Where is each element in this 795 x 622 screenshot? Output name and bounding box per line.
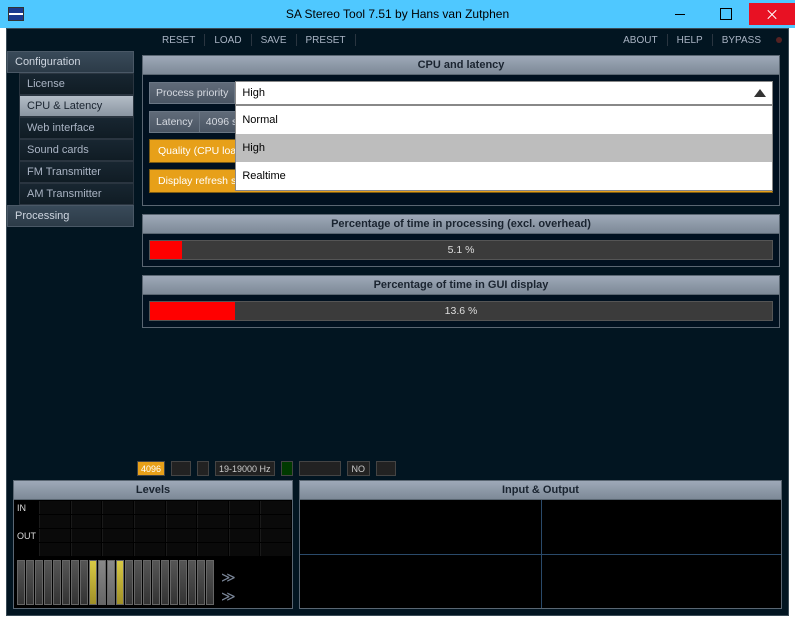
io-title: Input & Output (300, 481, 781, 500)
process-priority-label: Process priority (149, 82, 235, 104)
dropdown-option-high[interactable]: High (236, 134, 772, 162)
status-indicator-3 (299, 461, 341, 476)
sidebar-item-web-interface[interactable]: Web interface (19, 117, 134, 139)
menu-load[interactable]: LOAD (206, 31, 249, 50)
menu-preset[interactable]: PRESET (298, 31, 354, 50)
dropdown-option-normal[interactable]: Normal (236, 106, 772, 134)
sidebar-group-configuration[interactable]: Configuration (7, 51, 134, 73)
levels-panel: Levels IN OUT (13, 480, 293, 609)
maximize-button[interactable] (703, 3, 749, 25)
dropdown-list: Normal High Realtime (235, 105, 773, 191)
levels-in-label: IN (15, 501, 39, 514)
status-indicator-2 (197, 461, 209, 476)
io-scope (300, 500, 781, 608)
close-button[interactable] (749, 3, 795, 25)
menu-about[interactable]: ABOUT (615, 31, 665, 50)
menu-save[interactable]: SAVE (253, 31, 295, 50)
processing-progress-text: 5.1 % (150, 241, 772, 259)
gui-progress-text: 13.6 % (150, 302, 772, 320)
status-latency[interactable]: 4096 (137, 461, 165, 476)
forward-icon-2[interactable]: ≫ (221, 588, 236, 605)
record-indicator-icon (776, 37, 782, 43)
sidebar-item-license[interactable]: License (19, 73, 134, 95)
chevron-up-icon (754, 89, 766, 97)
sidebar-item-fm-transmitter[interactable]: FM Transmitter (19, 161, 134, 183)
menu-reset[interactable]: RESET (154, 31, 203, 50)
sidebar-item-sound-cards[interactable]: Sound cards (19, 139, 134, 161)
dropdown-option-realtime[interactable]: Realtime (236, 162, 772, 190)
sidebar-item-am-transmitter[interactable]: AM Transmitter (19, 183, 134, 205)
status-indicator-1 (171, 461, 191, 476)
processing-time-title: Percentage of time in processing (excl. … (143, 215, 779, 234)
gui-time-panel: Percentage of time in GUI display 13.6 % (142, 275, 780, 328)
dropdown-selected-value: High (242, 87, 265, 99)
processing-progress-bar: 5.1 % (149, 240, 773, 260)
status-frequency: 19-19000 Hz (215, 461, 275, 476)
sidebar: Configuration License CPU & Latency Web … (7, 51, 134, 459)
latency-label: Latency (149, 111, 200, 133)
panel-title: CPU and latency (143, 56, 779, 75)
processing-time-panel: Percentage of time in processing (excl. … (142, 214, 780, 267)
status-no: NO (347, 461, 371, 476)
in-meter (39, 501, 291, 514)
gui-progress-bar: 13.6 % (149, 301, 773, 321)
forward-icon[interactable]: ≫ (221, 569, 236, 586)
minimize-button[interactable] (657, 3, 703, 25)
gui-time-title: Percentage of time in GUI display (143, 276, 779, 295)
app-icon (8, 7, 24, 21)
level-faders[interactable]: ≫ ≫ (15, 560, 291, 605)
sidebar-item-cpu-latency[interactable]: CPU & Latency (19, 95, 134, 117)
menu-help[interactable]: HELP (669, 31, 711, 50)
status-indicator-green (281, 461, 293, 476)
input-output-panel: Input & Output (299, 480, 782, 609)
menu-bypass[interactable]: BYPASS (714, 31, 769, 50)
top-menu: RESET LOAD SAVE PRESET ABOUT HELP BYPASS (134, 29, 788, 51)
status-strip: 4096 19-19000 Hz NO (7, 459, 788, 480)
levels-title: Levels (14, 481, 292, 500)
process-priority-dropdown[interactable]: High Normal High Realtime (235, 81, 773, 105)
sidebar-group-processing[interactable]: Processing (7, 205, 134, 227)
cpu-latency-panel: CPU and latency Process priority High No… (142, 55, 780, 206)
out-meter (39, 529, 291, 542)
quality-label: Quality (CPU load) (158, 145, 246, 157)
window-titlebar: SA Stereo Tool 7.51 by Hans van Zutphen (0, 0, 795, 28)
window-title: SA Stereo Tool 7.51 by Hans van Zutphen (286, 7, 509, 21)
levels-out-label: OUT (15, 529, 39, 542)
status-indicator-4 (376, 461, 396, 476)
